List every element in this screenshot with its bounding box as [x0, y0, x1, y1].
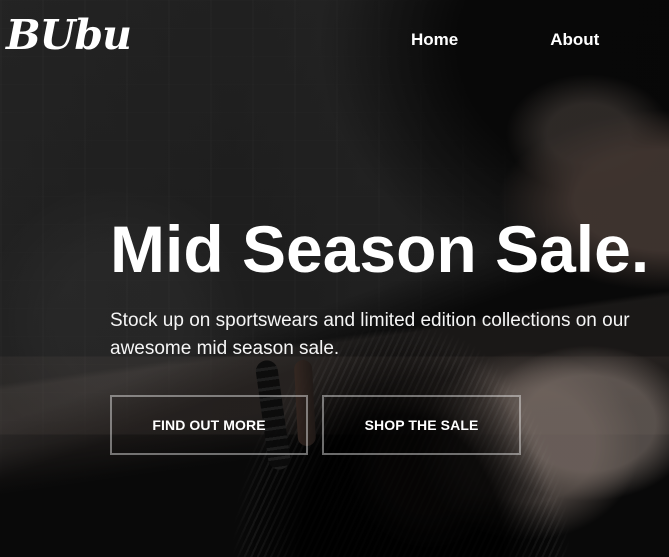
nav-link-home[interactable]: Home	[411, 31, 458, 48]
find-out-more-button[interactable]: FIND OUT MORE	[110, 395, 308, 455]
hero-description: Stock up on sportswears and limited edit…	[110, 310, 630, 359]
top-navigation: BUbu Home About	[0, 0, 669, 80]
nav-links: Home About	[411, 31, 599, 48]
nav-link-about[interactable]: About	[550, 31, 599, 48]
hero-section: BUbu Home About Mid Season Sale. Stock u…	[0, 0, 669, 557]
shop-the-sale-button[interactable]: SHOP THE SALE	[322, 395, 521, 455]
cta-buttons: FIND OUT MORE SHOP THE SALE	[110, 395, 521, 455]
hero-title: Mid Season Sale.	[110, 212, 650, 286]
hero-content: Mid Season Sale. Stock up on sportswears…	[110, 216, 669, 363]
brand-logo[interactable]: BUbu	[6, 15, 132, 56]
